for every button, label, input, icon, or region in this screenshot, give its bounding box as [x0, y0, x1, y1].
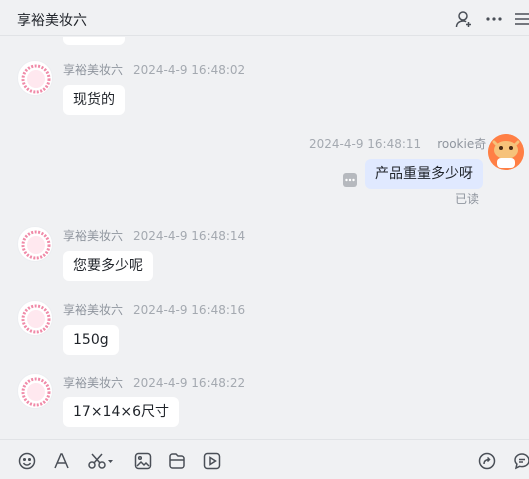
scissors-icon[interactable] [87, 451, 115, 471]
message-bubble[interactable]: 产品重量多少呀 [365, 159, 483, 189]
sender-name: 享裕美妆六 [63, 63, 124, 77]
my-avatar[interactable] [488, 134, 524, 170]
avatar[interactable] [17, 373, 53, 409]
message-bubble[interactable]: 150g [63, 325, 119, 355]
video-icon[interactable] [202, 451, 222, 471]
input-toolbar [0, 439, 529, 479]
timestamp: 2024-4-9 16:48:16 [133, 303, 246, 317]
message-bubble[interactable]: 您要多少呢 [63, 251, 153, 281]
message-meta: 享裕美妆六 2024-4-9 16:48:22 [63, 374, 245, 391]
message-meta: 享裕美妆六 2024-4-9 16:48:14 [63, 227, 245, 244]
message-bubble[interactable]: 现货的 [63, 85, 125, 115]
message-meta: 享裕美妆六 2024-4-9 16:48:16 [63, 301, 245, 318]
image-icon[interactable] [133, 451, 153, 471]
message-more-icon[interactable] [343, 173, 357, 187]
read-status: 已读 [455, 192, 480, 206]
message-bubble-partial [63, 37, 125, 45]
avatar[interactable] [17, 226, 53, 262]
font-icon[interactable] [52, 451, 72, 471]
chat-title: 享裕美妆六 [17, 13, 87, 29]
timestamp: 2024-4-9 16:48:02 [133, 63, 246, 77]
file-icon[interactable] [167, 451, 187, 471]
sender-name: 享裕美妆六 [63, 303, 124, 317]
message-meta: 享裕美妆六 2024-4-9 16:48:02 [63, 61, 245, 78]
message-list: 享裕美妆六 2024-4-9 16:48:02 现货的 2024-4-9 16:4… [0, 37, 529, 439]
user-add-icon[interactable] [454, 9, 474, 29]
sender-name: 享裕美妆六 [63, 376, 124, 390]
timestamp: 2024-4-9 16:48:14 [133, 229, 246, 243]
message-meta: 2024-4-9 16:48:11 rookie奇 [309, 135, 486, 152]
sender-name: 享裕美妆六 [63, 229, 124, 243]
avatar[interactable] [17, 60, 53, 96]
sender-name: rookie奇 [437, 137, 487, 151]
menu-icon[interactable] [512, 9, 529, 29]
emoji-icon[interactable] [17, 451, 37, 471]
avatar[interactable] [17, 300, 53, 336]
more-icon[interactable] [484, 9, 504, 29]
timestamp: 2024-4-9 16:48:22 [133, 376, 246, 390]
share-icon[interactable] [477, 451, 497, 471]
chat-header: 享裕美妆六 [0, 0, 529, 36]
timestamp: 2024-4-9 16:48:11 [309, 137, 422, 151]
chat-icon[interactable] [512, 451, 529, 471]
message-bubble[interactable]: 17×14×6尺寸 [63, 397, 179, 427]
